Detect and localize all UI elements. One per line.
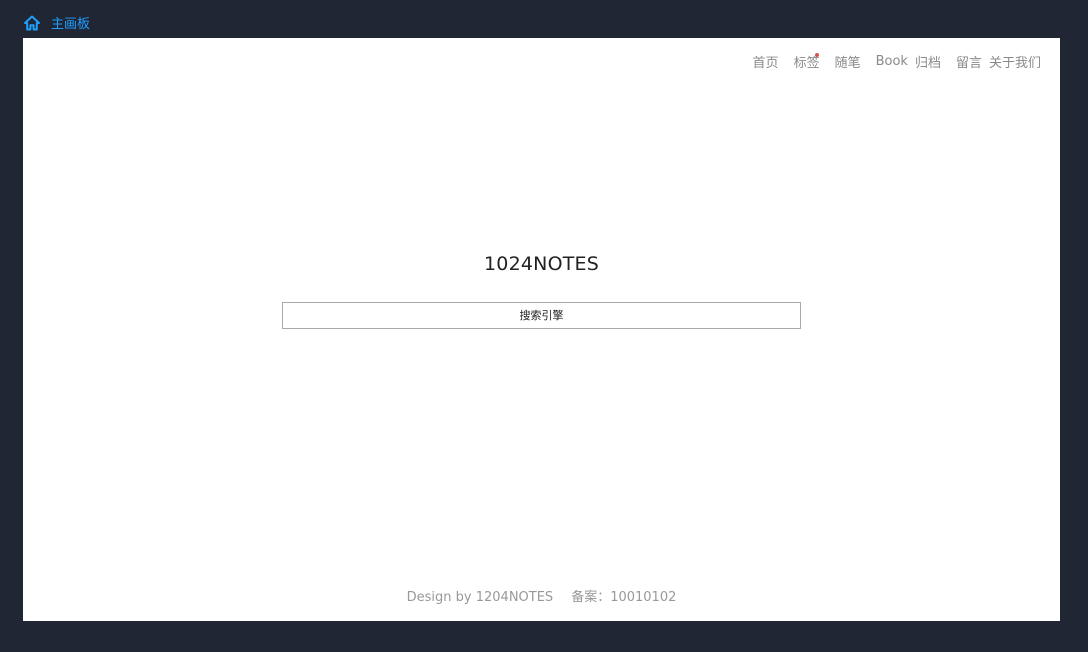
nav-item-archive[interactable]: 归档 (915, 52, 941, 71)
search-input[interactable] (282, 302, 801, 329)
nav-item-essays[interactable]: 随笔 (835, 52, 861, 71)
content-panel: 首页 标签 随笔 Book 归档 留言 关于我们 1024NOTES Desig… (23, 38, 1060, 621)
footer-record-number: 备案：10010102 (571, 590, 677, 605)
nav-item-home[interactable]: 首页 (753, 52, 779, 71)
home-label: 主画板 (51, 17, 91, 32)
nav-item-about[interactable]: 关于我们 (989, 52, 1041, 71)
nav-item-book[interactable]: Book (876, 54, 908, 69)
site-title: 1024NOTES (484, 253, 599, 275)
nav-item-tags-label: 标签 (793, 56, 820, 71)
notification-dot (814, 53, 819, 57)
home-link[interactable]: 主画板 (24, 13, 90, 32)
nav-item-messages[interactable]: 留言 (956, 52, 982, 71)
top-bar: 主画板 (0, 0, 1088, 38)
footer-design-credit: Design by 1204NOTES (406, 590, 554, 605)
home-icon (24, 15, 40, 31)
footer: Design by 1204NOTES 备案：10010102 (23, 586, 1060, 605)
nav-item-tags[interactable]: 标签 (794, 52, 820, 71)
main-nav: 首页 标签 随笔 Book 归档 留言 关于我们 (753, 52, 1041, 71)
